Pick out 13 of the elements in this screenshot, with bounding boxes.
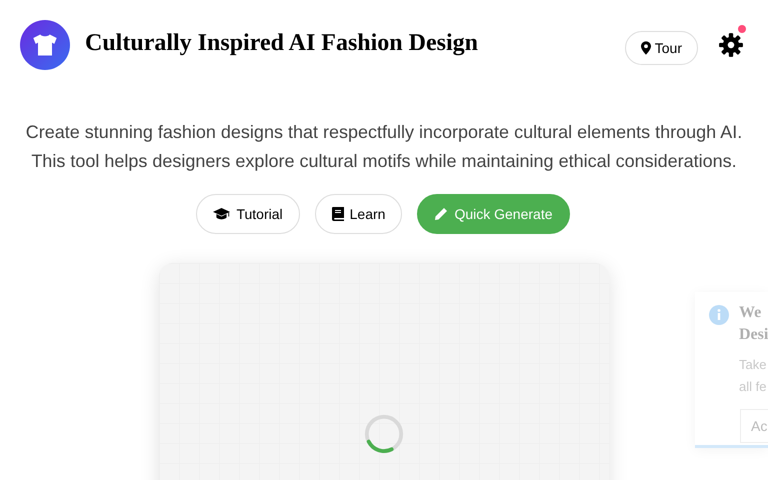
- settings-button[interactable]: [718, 32, 744, 58]
- book-icon: [332, 207, 344, 221]
- intro-text: Create stunning fashion designs that respectfully incorporate cultural elements through AI. This tool helps designers explore cultural motifs while maintaining ethical considerations.: [24, 121, 744, 173]
- tour-button[interactable]: Tour: [624, 31, 698, 65]
- info-icon: [709, 305, 729, 325]
- action-button[interactable]: Learn: [314, 194, 402, 234]
- pencil-icon: [434, 207, 448, 221]
- app-title: Culturally Inspired AI Fashion Design: [85, 30, 478, 56]
- toast-title: We Desi: [739, 303, 768, 345]
- graduation-cap-icon: [213, 208, 230, 220]
- map-pin-icon: [640, 41, 651, 55]
- settings-icon: [718, 32, 744, 58]
- action-button[interactable]: Tutorial: [196, 194, 300, 234]
